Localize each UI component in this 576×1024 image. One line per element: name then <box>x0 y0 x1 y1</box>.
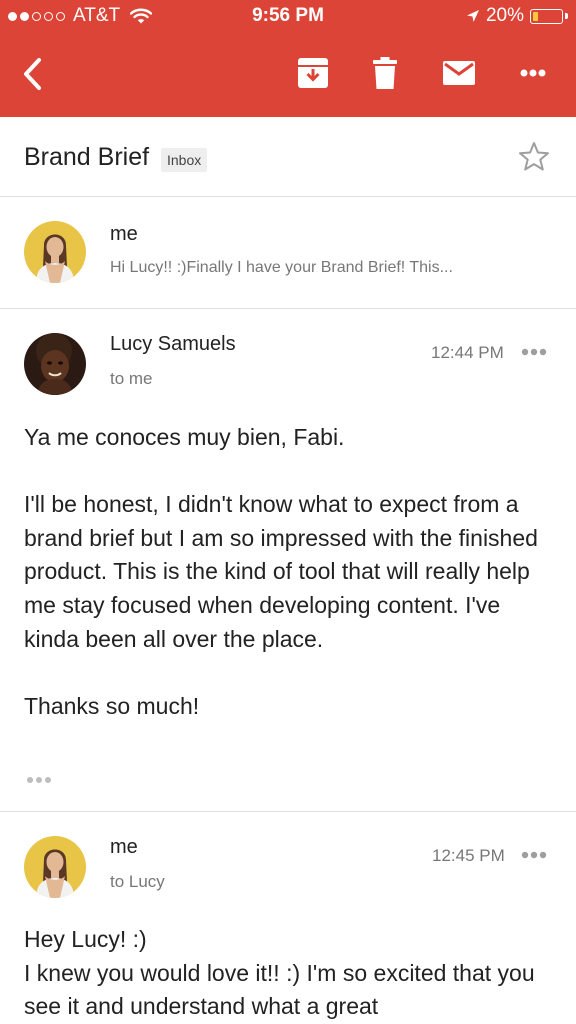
avatar <box>24 333 86 395</box>
location-arrow-icon <box>466 10 479 22</box>
recipient-line[interactable]: to me <box>110 369 153 389</box>
battery-icon <box>530 8 563 24</box>
message-time: 12:44 PM <box>431 343 504 362</box>
battery-percent: 20% <box>485 5 524 26</box>
message-time: 12:45 PM <box>432 846 505 865</box>
archive-icon[interactable] <box>298 58 328 88</box>
sender-name: me <box>110 836 138 858</box>
message-snippet: Hi Lucy!! :)Finally I have your Brand Br… <box>110 259 453 276</box>
message-body: Ya me conoces muy bien, Fabi. I'll be ho… <box>24 421 544 723</box>
more-icon[interactable] <box>520 69 546 77</box>
thread-subject-row: Brand Brief Inbox <box>0 117 576 197</box>
avatar-photo <box>24 333 86 395</box>
body-paragraph: I'll be honest, I didn't know what to ex… <box>24 491 538 652</box>
status-right: 20% <box>466 5 568 27</box>
collapsed-message[interactable]: me Hi Lucy!! :)Finally I have your Brand… <box>0 197 576 309</box>
body-paragraph: Ya me conoces muy bien, Fabi. <box>24 424 345 450</box>
avatar <box>24 836 86 898</box>
status-bar: AT&T 9:56 PM 20% <box>0 0 576 32</box>
battery-fill <box>533 11 538 21</box>
back-icon[interactable] <box>20 57 44 91</box>
body-paragraph: Hey Lucy! :) <box>24 926 147 952</box>
show-trimmed-content-icon[interactable] <box>26 776 52 784</box>
message-more-icon[interactable] <box>521 851 547 859</box>
sender-name: Lucy Samuels <box>110 333 236 355</box>
body-paragraph: Thanks so much! <box>24 692 200 719</box>
mark-unread-icon[interactable] <box>443 61 475 85</box>
body-paragraph: I knew you would love it!! :) I'm so exc… <box>24 959 535 1020</box>
battery-cap <box>565 13 568 19</box>
star-icon[interactable] <box>518 141 550 172</box>
thread-subject: Brand Brief <box>24 143 150 171</box>
expanded-message: me to Lucy 12:45 PM Hey Lucy! :) I knew … <box>0 812 576 1024</box>
sender-name: me <box>110 223 138 245</box>
message-body: Hey Lucy! :) I knew you would love it!! … <box>24 923 544 1024</box>
avatar-photo <box>24 836 86 898</box>
inbox-label-chip[interactable]: Inbox <box>161 148 208 172</box>
delete-icon[interactable] <box>373 57 397 89</box>
expanded-message: Lucy Samuels to me 12:44 PM Ya me conoce… <box>0 309 576 812</box>
recipient-line[interactable]: to Lucy <box>110 872 165 892</box>
app-header: AT&T 9:56 PM 20% <box>0 0 576 117</box>
avatar <box>24 221 86 283</box>
avatar-photo <box>24 221 86 283</box>
message-more-icon[interactable] <box>521 348 547 356</box>
